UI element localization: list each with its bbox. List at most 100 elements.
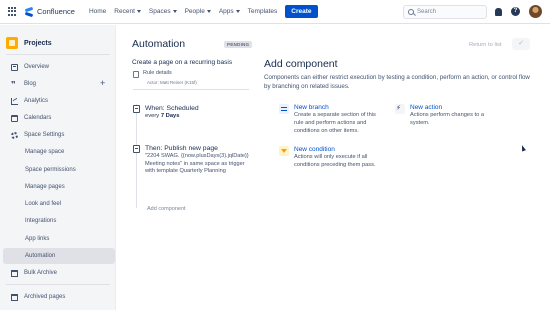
add-component-link[interactable]: Add component <box>147 206 186 212</box>
analytics-icon <box>11 97 18 105</box>
app-name: Confluence <box>37 7 75 16</box>
search-icon <box>408 9 414 15</box>
new-branch-description: Create a separate section of this rule a… <box>294 112 376 134</box>
save-check-button[interactable]: ✓ <box>512 38 530 50</box>
notification-bell-icon[interactable] <box>495 8 502 16</box>
sidebar-item-label: Automation <box>25 253 56 259</box>
filter-icon <box>279 146 289 156</box>
gear-icon <box>11 131 18 139</box>
branch-icon <box>279 104 289 114</box>
confluence-logo[interactable]: Confluence <box>24 7 75 17</box>
sidebar-item-label: Analytics <box>24 98 49 104</box>
sidebar-item-app-links[interactable]: App links <box>3 231 115 247</box>
add-blog-button[interactable]: + <box>100 79 105 88</box>
help-icon[interactable]: ? <box>511 7 520 16</box>
sidebar-item-integrations[interactable]: Integrations <box>3 213 115 229</box>
chevron-down-icon <box>235 10 240 13</box>
sidebar-item-label: Space Settings <box>24 132 65 138</box>
sidebar-item-label: App links <box>25 236 50 242</box>
lightning-icon <box>395 104 405 114</box>
space-header[interactable]: Projects <box>6 37 52 49</box>
nav-people[interactable]: People <box>185 8 211 15</box>
nav-people-label: People <box>184 8 205 15</box>
sidebar-item-blog[interactable]: ❞ Blog <box>3 76 115 92</box>
chevron-down-icon <box>206 10 211 13</box>
mouse-cursor-icon <box>520 144 526 152</box>
sidebar-item-label: Look and feel <box>25 201 62 207</box>
return-to-list-link[interactable]: Return to list <box>469 42 502 48</box>
trigger-prefix: every <box>145 113 160 119</box>
sidebar-item-label: Space permissions <box>25 167 76 173</box>
new-action-description: Actions perform changes to a system. <box>410 112 484 126</box>
app-switcher-icon[interactable] <box>8 6 18 17</box>
top-navigation: Confluence Home Recent Spaces People App… <box>0 0 550 24</box>
action-step[interactable]: Then: Publish new page "2204 SWAG. {{now… <box>133 145 250 176</box>
document-icon <box>133 71 139 78</box>
trigger-title: When: Scheduled <box>145 105 199 112</box>
archive-icon <box>11 269 18 277</box>
nav-home[interactable]: Home <box>89 8 106 15</box>
page-icon <box>133 145 140 153</box>
nav-recent-label: Recent <box>114 8 135 15</box>
rule-name[interactable]: Create a page on a recurring basis <box>132 59 232 66</box>
nav-templates[interactable]: Templates <box>248 8 278 15</box>
sidebar-item-manage-space[interactable]: Manage space <box>3 144 115 160</box>
trigger-value: 7 Days <box>160 113 180 119</box>
new-branch-option[interactable]: New branch Create a separate section of … <box>279 104 382 135</box>
create-button[interactable]: Create <box>285 5 318 18</box>
blog-icon: ❞ <box>11 79 16 89</box>
confluence-logo-icon <box>24 7 34 17</box>
action-title: Then: Publish new page <box>145 145 218 152</box>
nav-recent[interactable]: Recent <box>114 8 141 15</box>
sidebar-item-analytics[interactable]: Analytics <box>3 93 115 109</box>
sidebar-item-space-permissions[interactable]: Space permissions <box>3 162 115 178</box>
avatar[interactable] <box>529 5 542 18</box>
action-description: "2204 SWAG. {{now.plusDays(3).jqlDate}} … <box>145 153 249 174</box>
search-input[interactable]: Search <box>403 5 487 19</box>
new-action-title: New action <box>410 104 443 111</box>
space-logo-icon <box>6 37 18 49</box>
new-condition-description: Actions will only execute if all conditi… <box>294 154 376 168</box>
new-action-option[interactable]: New action Actions perform changes to a … <box>395 104 498 128</box>
sidebar-item-label: Blog <box>24 81 37 87</box>
rule-actor: Actor: Matt Reiner (K15f) <box>147 80 197 85</box>
trigger-step[interactable]: When: Scheduled every 7 Days <box>133 105 199 119</box>
panel-title: Add component <box>264 58 338 70</box>
new-condition-option[interactable]: New condition Actions will only execute … <box>279 146 382 170</box>
rule-details-label: Rule details <box>143 70 172 76</box>
sidebar-divider <box>6 284 110 285</box>
sidebar-item-look-and-feel[interactable]: Look and feel <box>3 196 115 212</box>
page-title: Automation <box>132 38 186 50</box>
sidebar-item-label: Overview <box>24 64 50 70</box>
nav-templates-label: Templates <box>247 8 278 15</box>
sidebar-item-manage-pages[interactable]: Manage pages <box>3 179 115 195</box>
trigger-schedule: every 7 Days <box>145 113 199 119</box>
sidebar-item-automation[interactable]: Automation <box>3 248 115 264</box>
calendar-icon <box>133 105 140 113</box>
nav-home-label: Home <box>88 8 107 15</box>
main-nav: Home Recent Spaces People Apps Templates… <box>89 5 318 18</box>
chevron-down-icon <box>136 10 141 13</box>
calendar-icon <box>11 114 18 122</box>
nav-apps[interactable]: Apps <box>219 8 240 15</box>
sidebar-item-label: Manage space <box>25 149 65 155</box>
sidebar-item-calendars[interactable]: Calendars <box>3 110 115 126</box>
sidebar-item-bulk-archive[interactable]: Bulk Archive <box>3 265 115 281</box>
sidebar-item-overview[interactable]: Overview <box>3 59 115 75</box>
sidebar-item-label: Calendars <box>24 115 52 121</box>
new-condition-title: New condition <box>294 146 335 153</box>
sidebar-item-archived-pages[interactable]: Archived pages <box>3 289 115 305</box>
archive-icon <box>11 293 18 301</box>
sidebar-item-space-settings[interactable]: Space Settings <box>3 127 115 143</box>
new-branch-title: New branch <box>294 104 329 111</box>
sidebar-item-label: Bulk Archive <box>24 270 58 276</box>
space-name: Projects <box>24 39 52 47</box>
chevron-down-icon <box>172 10 177 13</box>
overview-icon <box>11 63 18 71</box>
search-placeholder: Search <box>417 9 437 15</box>
sidebar-divider <box>6 54 110 55</box>
rule-details-section[interactable]: Rule details Actor: Matt Reiner (K15f) <box>133 70 249 90</box>
nav-spaces[interactable]: Spaces <box>149 8 177 15</box>
sidebar-item-label: Manage pages <box>25 184 65 190</box>
sidebar-item-label: Archived pages <box>24 294 66 300</box>
